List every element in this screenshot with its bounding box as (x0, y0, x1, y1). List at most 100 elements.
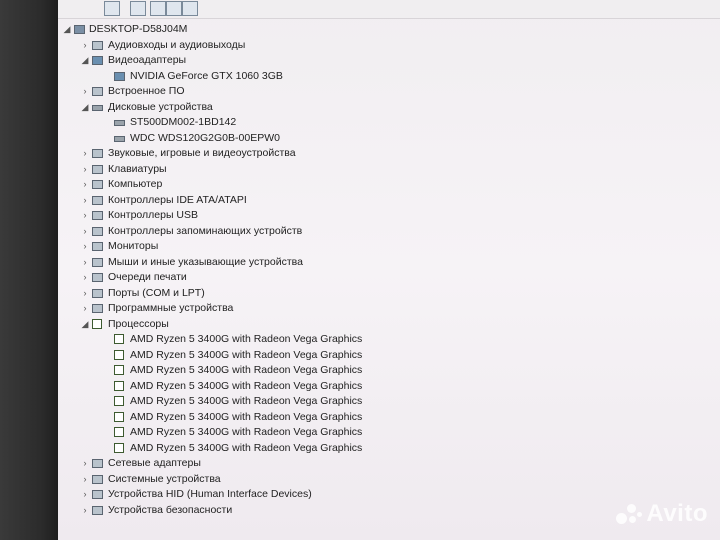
tree-item-label: Клавиатуры (108, 162, 167, 175)
tree-category[interactable]: › Мыши и иные указывающие устройства (58, 255, 720, 271)
tree-item-label: Контроллеры IDE ATA/ATAPI (108, 193, 247, 206)
tree-category[interactable]: › Очереди печати (58, 270, 720, 286)
tree-category[interactable]: › Мониторы (58, 239, 720, 255)
tree-item-label: Контроллеры USB (108, 209, 198, 221)
tree-item-label: Процессоры (108, 317, 169, 330)
tree-device[interactable]: AMD Ryzen 5 3400G with Radeon Vega Graph… (58, 332, 720, 348)
chevron-right-icon[interactable]: › (80, 487, 90, 503)
mouse-icon (92, 257, 103, 267)
tree-category[interactable]: › Контроллеры запоминающих устройств (58, 224, 720, 240)
chevron-right-icon[interactable]: › (80, 270, 90, 286)
monitor-icon (92, 242, 103, 251)
display-adapter-icon (92, 56, 103, 65)
chevron-right-icon[interactable]: › (80, 239, 90, 255)
tree-item-label: Видеоадаптеры (108, 54, 187, 66)
tree-category[interactable]: › Компьютер (58, 177, 720, 193)
chevron-down-icon[interactable]: ◢ (80, 100, 90, 116)
tree-item-label: ST500DM002-1BD142 (130, 116, 237, 128)
tree-category[interactable]: ◢ Дисковые устройства (58, 100, 720, 116)
chevron-right-icon[interactable]: › (80, 162, 90, 178)
watermark-text: Avito (646, 500, 708, 527)
tree-item-label: Компьютер (108, 178, 163, 190)
tree-category[interactable]: › Сетевые адаптеры (58, 456, 720, 472)
chevron-right-icon[interactable]: › (80, 472, 90, 488)
tree-device[interactable]: ST500DM002-1BD142 (58, 115, 720, 131)
tree-category[interactable]: › Аудиовходы и аудиовыходы (58, 38, 720, 54)
chevron-right-icon[interactable]: › (80, 208, 90, 224)
tree-category[interactable]: › Контроллеры USB (58, 208, 720, 224)
root-label: DESKTOP-D58J04M (89, 23, 188, 35)
chevron-right-icon[interactable]: › (80, 146, 90, 162)
device-manager-window: ◢ DESKTOP-D58J04M › Аудиовходы и аудиовых… (58, 0, 720, 540)
tree-category[interactable]: › Системные устройства (58, 472, 720, 488)
tree-root[interactable]: ◢ DESKTOP-D58J04M (58, 22, 720, 38)
keyboard-icon (92, 164, 103, 174)
tree-item-label: Устройства безопасности (108, 503, 233, 516)
chevron-right-icon[interactable]: › (80, 224, 90, 240)
tree-device[interactable]: AMD Ryzen 5 3400G with Radeon Vega Graph… (58, 441, 720, 457)
tree-device[interactable]: AMD Ryzen 5 3400G with Radeon Vega Graph… (58, 394, 720, 410)
computer-icon (74, 25, 85, 34)
chevron-right-icon[interactable]: › (80, 286, 90, 302)
tree-item-label: AMD Ryzen 5 3400G with Radeon Vega Graph… (130, 333, 363, 345)
chevron-down-icon[interactable]: ◢ (80, 317, 90, 333)
tree-item-label: NVIDIA GeForce GTX 1060 3GB (130, 69, 283, 82)
tree-device[interactable]: NVIDIA GeForce GTX 1060 3GB (58, 69, 720, 85)
tree-item-label: Дисковые устройства (108, 100, 213, 113)
tree-category[interactable]: › Контроллеры IDE ATA/ATAPI (58, 193, 720, 209)
chevron-right-icon[interactable]: › (80, 255, 90, 271)
tree-item-label: Системные устройства (108, 472, 221, 485)
cpu-icon (114, 396, 124, 406)
tree-category[interactable]: › Встроенное ПО (58, 84, 720, 100)
tree-item-label: AMD Ryzen 5 3400G with Radeon Vega Graph… (130, 441, 363, 454)
tree-item-label: Мыши и иные указывающие устройства (108, 255, 303, 268)
tree-item-label: Контроллеры запоминающих устройств (108, 224, 303, 237)
tree-device[interactable]: WDC WDS120G2G0B-00EPW0 (58, 131, 720, 147)
chevron-right-icon[interactable]: › (80, 503, 90, 519)
tree-device[interactable]: AMD Ryzen 5 3400G with Radeon Vega Graph… (58, 379, 720, 395)
printer-icon (92, 273, 103, 282)
chevron-right-icon[interactable]: › (80, 84, 90, 100)
tree-item-label: Очереди печати (108, 271, 187, 283)
toolbar (58, 0, 720, 19)
tree-category[interactable]: › Клавиатуры (58, 162, 720, 178)
chevron-down-icon[interactable]: ◢ (62, 22, 72, 38)
tree-category[interactable]: › Порты (COM и LPT) (58, 286, 720, 302)
cpu-icon (114, 411, 124, 422)
properties-icon[interactable] (130, 1, 146, 16)
help-icon[interactable] (150, 1, 166, 16)
tree-category[interactable]: ◢ Процессоры (58, 317, 720, 333)
security-icon (92, 505, 103, 515)
tree-device[interactable]: AMD Ryzen 5 3400G with Radeon Vega Graph… (58, 410, 720, 426)
tree-category[interactable]: › Программные устройства (58, 301, 720, 317)
tree-device[interactable]: AMD Ryzen 5 3400G with Radeon Vega Graph… (58, 348, 720, 364)
cpu-icon (114, 442, 124, 453)
view-icon[interactable] (166, 1, 182, 16)
chevron-right-icon[interactable]: › (80, 177, 90, 193)
disk-icon (114, 135, 125, 142)
monitor-scan-icon[interactable] (182, 1, 198, 16)
tree-category[interactable]: › Звуковые, игровые и видеоустройства (58, 146, 720, 162)
tree-device[interactable]: AMD Ryzen 5 3400G with Radeon Vega Graph… (58, 363, 720, 379)
speaker-icon (92, 40, 103, 50)
computer-icon (92, 180, 103, 189)
chevron-right-icon[interactable]: › (80, 456, 90, 472)
tree-item-label: AMD Ryzen 5 3400G with Radeon Vega Graph… (130, 364, 363, 376)
tree-device[interactable]: AMD Ryzen 5 3400G with Radeon Vega Graph… (58, 425, 720, 441)
chevron-right-icon[interactable]: › (80, 38, 90, 54)
gpu-icon (114, 71, 125, 81)
chevron-down-icon[interactable]: ◢ (80, 53, 90, 69)
tree-item-label: AMD Ryzen 5 3400G with Radeon Vega Graph… (130, 379, 363, 392)
software-device-icon (92, 304, 103, 313)
chevron-right-icon[interactable]: › (80, 193, 90, 209)
cpu-icon (114, 380, 124, 391)
ide-controller-icon (92, 195, 103, 205)
chevron-right-icon[interactable]: › (80, 301, 90, 317)
port-icon (92, 288, 103, 298)
processor-icon (92, 318, 102, 329)
cpu-icon (114, 334, 124, 344)
back-icon[interactable] (104, 1, 120, 16)
tree-category[interactable]: ◢ Видеоадаптеры (58, 53, 720, 69)
hid-icon (92, 490, 103, 499)
tree-item-label: Звуковые, игровые и видеоустройства (108, 147, 296, 159)
